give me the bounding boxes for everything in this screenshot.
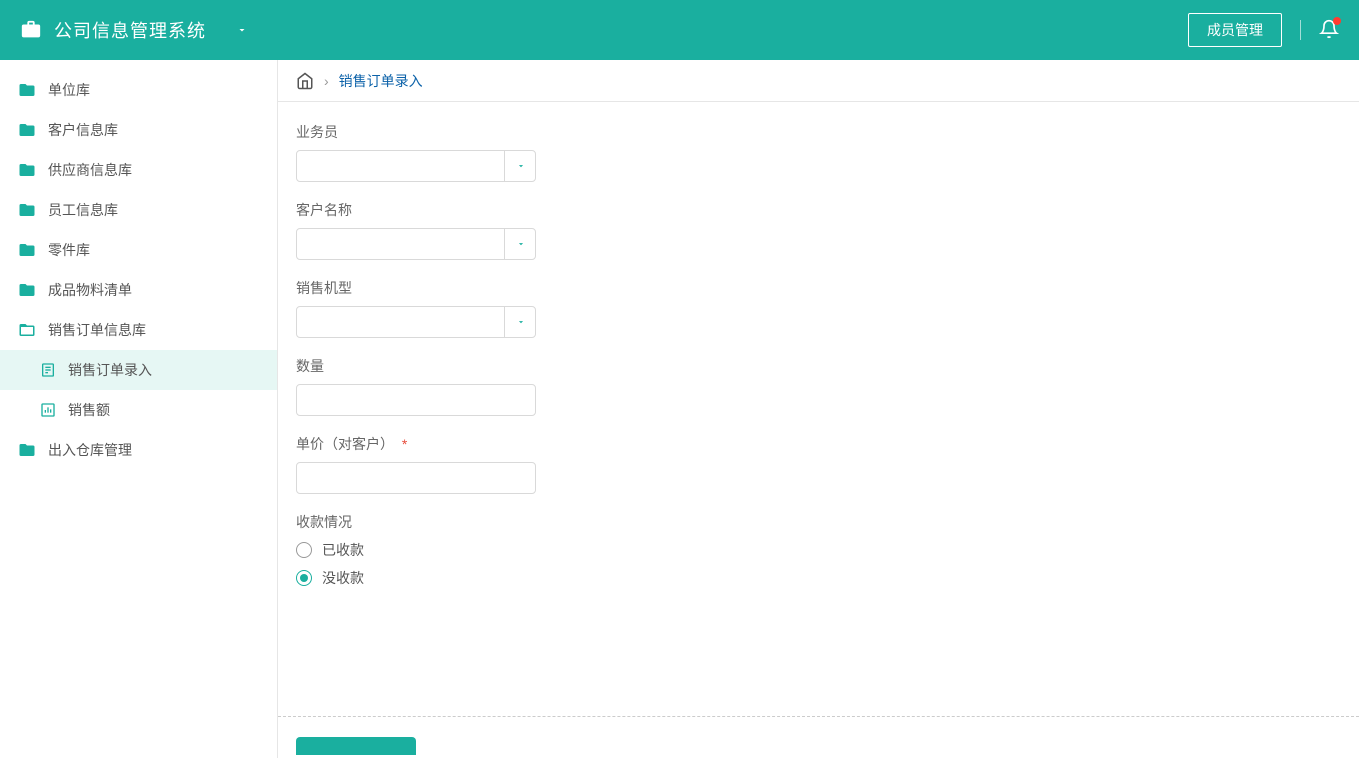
sidebar-sub-sales-amount[interactable]: 销售额 [0, 390, 277, 430]
form-icon [40, 362, 56, 378]
sidebar-item-warehouse[interactable]: 出入仓库管理 [0, 430, 277, 470]
app-title: 公司信息管理系统 [54, 17, 206, 43]
price-label: 单价（对客户） * [296, 434, 1341, 454]
salesperson-select[interactable] [296, 150, 536, 182]
radio-checked-icon [296, 570, 312, 586]
sidebar-item-label: 出入仓库管理 [48, 440, 132, 460]
folder-icon [18, 441, 36, 459]
model-select[interactable] [296, 306, 536, 338]
sidebar-item-label: 成品物料清单 [48, 280, 132, 300]
app-header: 公司信息管理系统 成员管理 [0, 0, 1359, 60]
breadcrumb: › 销售订单录入 [278, 60, 1359, 102]
sidebar-item-employee[interactable]: 员工信息库 [0, 190, 277, 230]
folder-icon [18, 201, 36, 219]
folder-icon [18, 81, 36, 99]
sidebar-item-supplier[interactable]: 供应商信息库 [0, 150, 277, 190]
customer-label: 客户名称 [296, 200, 1341, 220]
folder-icon [18, 241, 36, 259]
sidebar-item-label: 客户信息库 [48, 120, 118, 140]
app-dropdown-icon[interactable] [236, 24, 248, 36]
salesperson-label: 业务员 [296, 122, 1341, 142]
radio-unpaid[interactable]: 没收款 [296, 568, 1341, 588]
form-footer [278, 716, 1359, 758]
sidebar-item-label: 销售订单录入 [68, 360, 152, 380]
sidebar-item-sales-order[interactable]: 销售订单信息库 [0, 310, 277, 350]
sidebar-item-unit[interactable]: 单位库 [0, 70, 277, 110]
header-divider [1300, 20, 1301, 40]
sidebar-item-label: 销售额 [68, 400, 110, 420]
sidebar-item-parts[interactable]: 零件库 [0, 230, 277, 270]
required-mark-icon: * [402, 436, 407, 452]
customer-select[interactable] [296, 228, 536, 260]
sidebar-sub-order-entry[interactable]: 销售订单录入 [0, 350, 277, 390]
sidebar-item-bom[interactable]: 成品物料清单 [0, 270, 277, 310]
notification-bell[interactable] [1319, 19, 1339, 42]
quantity-input[interactable] [296, 384, 536, 416]
field-payment: 收款情况 已收款 没收款 [296, 512, 1341, 588]
quantity-label: 数量 [296, 356, 1341, 376]
sidebar-item-label: 供应商信息库 [48, 160, 132, 180]
sidebar-item-label: 员工信息库 [48, 200, 118, 220]
sidebar: 单位库 客户信息库 供应商信息库 员工信息库 零件库 成品物料清单 销售订单信息… [0, 60, 278, 758]
field-customer: 客户名称 [296, 200, 1341, 260]
field-quantity: 数量 [296, 356, 1341, 416]
radio-unpaid-label: 没收款 [322, 568, 364, 588]
sidebar-item-label: 销售订单信息库 [48, 320, 146, 340]
submit-button[interactable] [296, 737, 416, 755]
radio-icon [296, 542, 312, 558]
sidebar-item-label: 单位库 [48, 80, 90, 100]
chart-icon [40, 402, 56, 418]
main-content: › 销售订单录入 业务员 客户名称 销售机型 [278, 60, 1359, 758]
briefcase-icon [20, 19, 42, 41]
folder-icon [18, 161, 36, 179]
sidebar-item-customer[interactable]: 客户信息库 [0, 110, 277, 150]
payment-label: 收款情况 [296, 512, 1341, 532]
form-area: 业务员 客户名称 销售机型 [278, 102, 1359, 758]
field-model: 销售机型 [296, 278, 1341, 338]
folder-icon [18, 281, 36, 299]
folder-open-icon [18, 321, 36, 339]
notification-dot-icon [1333, 17, 1341, 25]
field-price: 单价（对客户） * [296, 434, 1341, 494]
sidebar-item-label: 零件库 [48, 240, 90, 260]
model-label: 销售机型 [296, 278, 1341, 298]
folder-icon [18, 121, 36, 139]
price-input[interactable] [296, 462, 536, 494]
field-salesperson: 业务员 [296, 122, 1341, 182]
home-icon[interactable] [296, 72, 314, 90]
breadcrumb-current[interactable]: 销售订单录入 [339, 71, 423, 91]
radio-paid-label: 已收款 [322, 540, 364, 560]
member-manage-button[interactable]: 成员管理 [1188, 13, 1282, 47]
header-right: 成员管理 [1188, 13, 1339, 47]
radio-paid[interactable]: 已收款 [296, 540, 1341, 560]
price-label-text: 单价（对客户） [296, 436, 394, 452]
header-left: 公司信息管理系统 [20, 17, 248, 43]
chevron-right-icon: › [324, 73, 329, 89]
